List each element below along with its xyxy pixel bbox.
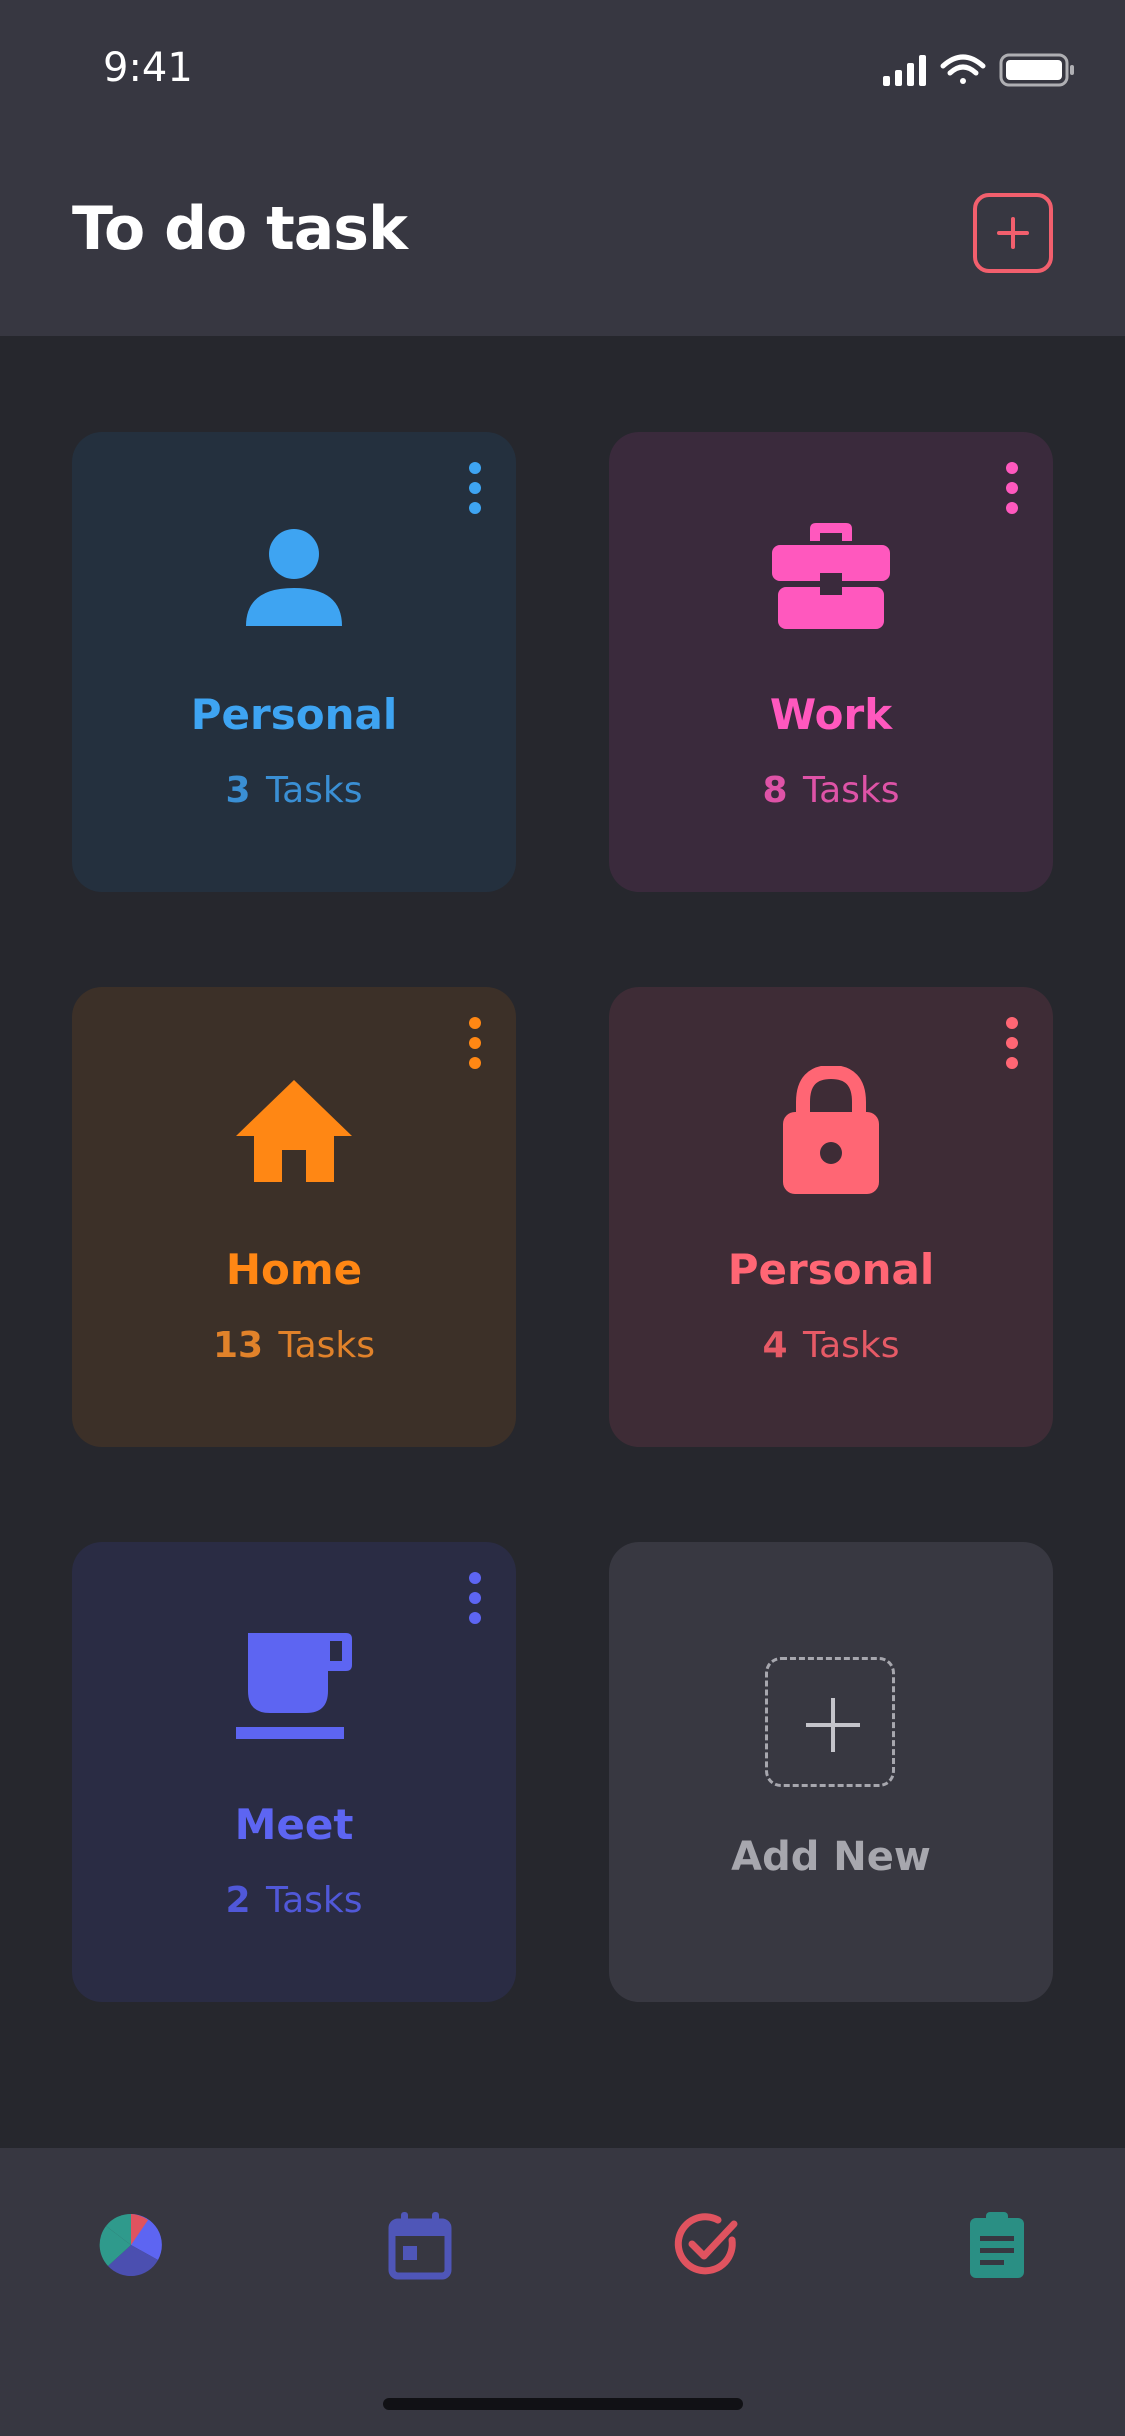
battery-icon <box>999 53 1074 87</box>
card-label: Home <box>225 1245 363 1294</box>
plus-icon <box>997 217 1029 249</box>
task-count-number: 3 <box>225 770 251 811</box>
check-circle-icon <box>674 2213 738 2275</box>
briefcase-icon <box>609 518 1053 634</box>
category-card-home[interactable]: Home 13 Tasks <box>72 987 516 1447</box>
tab-calendar[interactable] <box>385 2210 455 2280</box>
more-options-icon[interactable] <box>467 1570 483 1626</box>
task-count-number: 13 <box>212 1325 264 1366</box>
status-time: 9:41 <box>103 45 193 91</box>
task-count: 3 Tasks <box>72 770 516 811</box>
task-count-unit: Tasks <box>803 770 900 811</box>
more-options-icon[interactable] <box>1004 1015 1020 1071</box>
task-count-number: 2 <box>225 1880 251 1921</box>
calendar-icon <box>388 2212 452 2280</box>
person-icon <box>72 518 516 634</box>
add-new-card[interactable]: Add New <box>609 1542 1053 2002</box>
home-indicator <box>383 2398 743 2410</box>
lock-icon <box>609 1066 1053 1194</box>
task-count-number: 8 <box>762 770 788 811</box>
add-task-button[interactable] <box>973 193 1053 273</box>
task-count-number: 4 <box>762 1325 788 1366</box>
category-card-work[interactable]: Work 8 Tasks <box>609 432 1053 892</box>
page-title: To do task <box>72 194 408 264</box>
header: 9:41 To do task <box>0 0 1125 336</box>
category-card-meet[interactable]: Meet 2 Tasks <box>72 1542 516 2002</box>
coffee-cup-icon <box>72 1628 516 1744</box>
tab-bar <box>0 2148 1125 2436</box>
category-card-personal-lock[interactable]: Personal 4 Tasks <box>609 987 1053 1447</box>
category-card-personal[interactable]: Personal 3 Tasks <box>72 432 516 892</box>
clipboard-icon <box>970 2212 1024 2278</box>
task-count-unit: Tasks <box>266 1880 363 1921</box>
more-options-icon[interactable] <box>467 1015 483 1071</box>
card-label: Meet <box>234 1800 354 1849</box>
plus-icon <box>806 1698 860 1752</box>
task-count: 8 Tasks <box>609 770 1053 811</box>
more-options-icon[interactable] <box>467 460 483 516</box>
more-options-icon[interactable] <box>1004 460 1020 516</box>
card-label: Personal <box>190 690 398 739</box>
card-label: Work <box>769 690 893 739</box>
tab-stats[interactable] <box>96 2210 166 2280</box>
status-icons <box>879 50 1079 90</box>
task-count: 4 Tasks <box>609 1325 1053 1366</box>
pie-chart-icon <box>99 2213 162 2277</box>
add-new-box <box>765 1657 895 1787</box>
add-new-label: Add New <box>731 1834 931 1880</box>
tab-tasks[interactable] <box>672 2210 742 2280</box>
home-icon <box>72 1073 516 1189</box>
app-screen: 9:41 To do task Personal 3 Tasks Work 8 … <box>0 0 1125 2436</box>
task-count-unit: Tasks <box>278 1325 375 1366</box>
card-label: Personal <box>727 1245 935 1294</box>
task-count-unit: Tasks <box>803 1325 900 1366</box>
wifi-icon <box>940 54 986 84</box>
cellular-signal-icon <box>883 55 926 86</box>
task-count-unit: Tasks <box>266 770 363 811</box>
tab-notes[interactable] <box>962 2210 1032 2280</box>
task-count: 2 Tasks <box>72 1880 516 1921</box>
task-count: 13 Tasks <box>72 1325 516 1366</box>
